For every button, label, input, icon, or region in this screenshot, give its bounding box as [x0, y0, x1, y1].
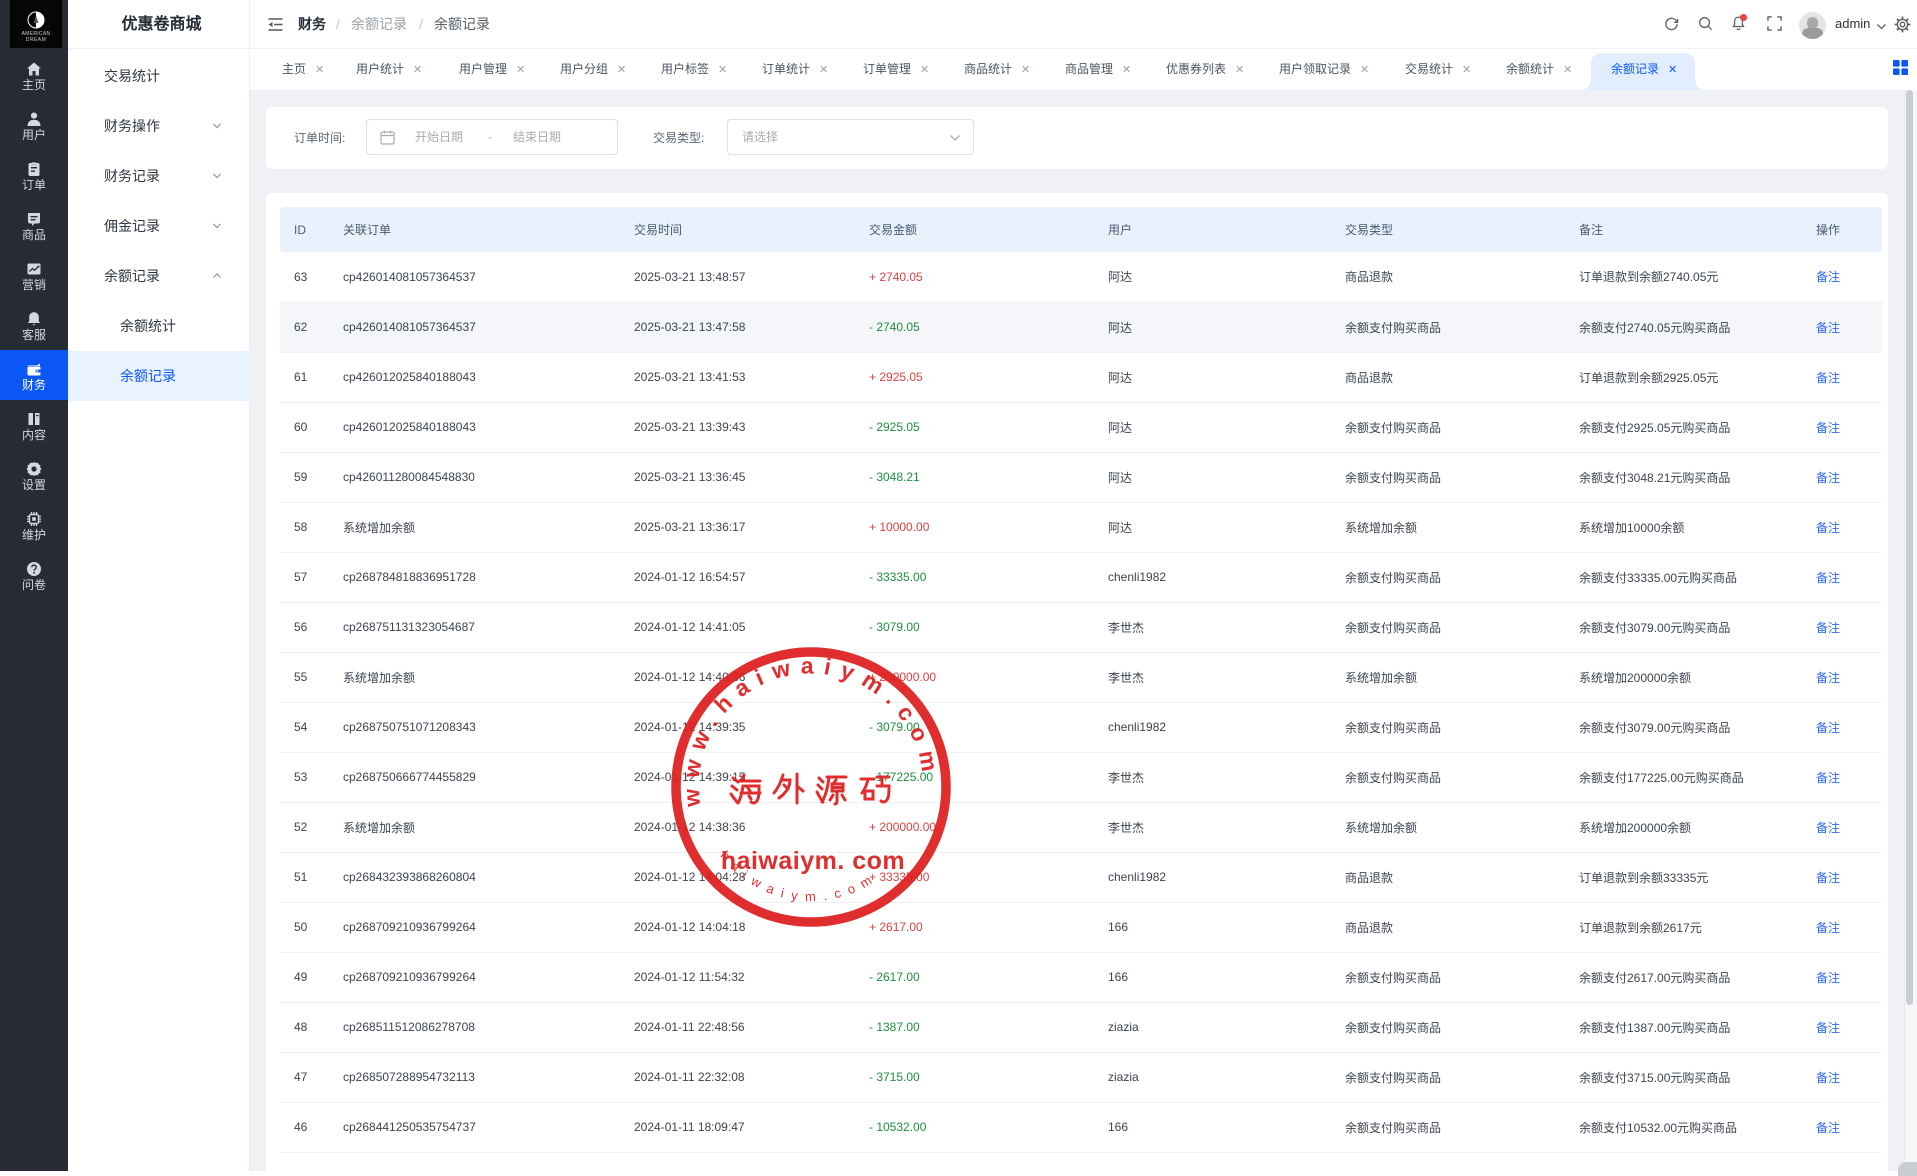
svg-text:www.haiwaiym.com: www.haiwaiym.com	[677, 652, 944, 808]
svg-text:DREAM: DREAM	[26, 37, 47, 43]
